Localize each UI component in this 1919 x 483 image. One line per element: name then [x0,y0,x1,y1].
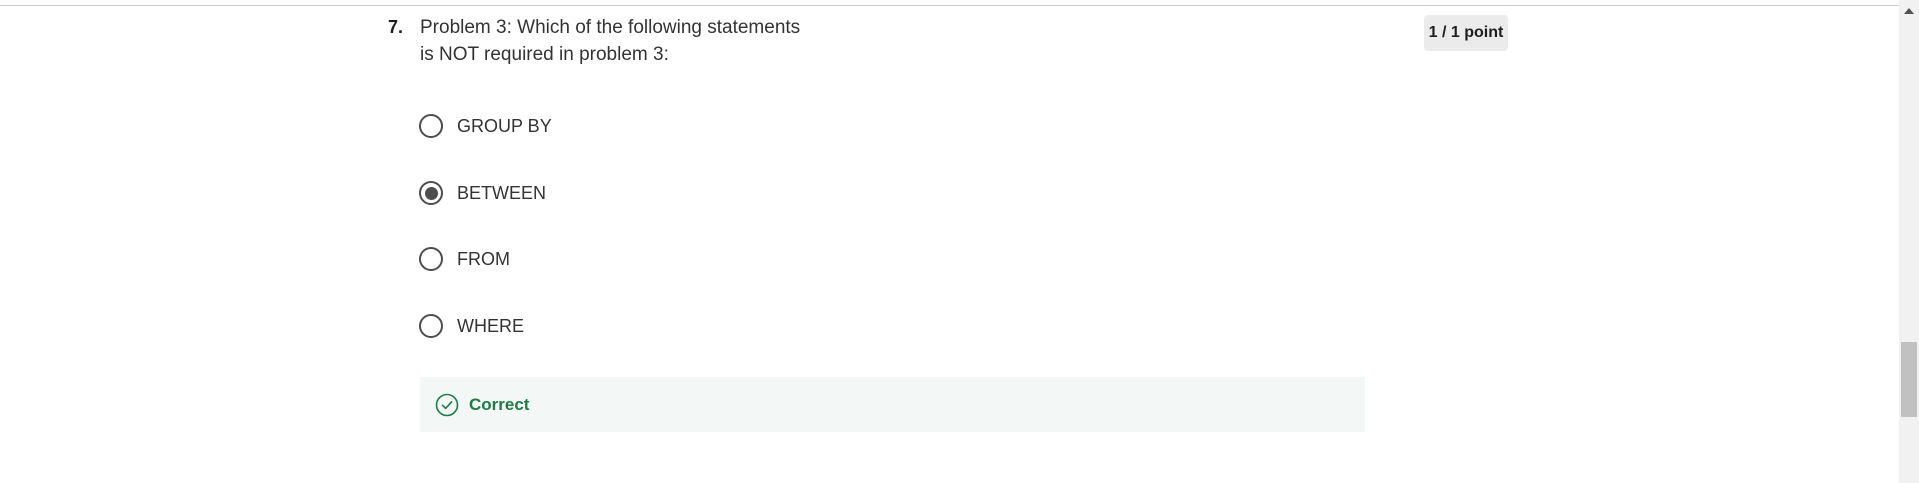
question-number: 7. [388,17,404,37]
radio-dot-icon [424,186,438,200]
radio-button[interactable] [419,114,443,138]
score-badge: 1 / 1 point [1424,15,1508,51]
top-divider [0,0,1900,6]
option-group-by[interactable]: GROUP BY [419,111,552,141]
radio-button[interactable] [419,314,443,338]
option-label: WHERE [457,315,524,336]
scrollbar[interactable] [1899,0,1919,483]
option-between[interactable]: BETWEEN [419,178,546,208]
check-circle-icon [435,393,459,417]
option-label: BETWEEN [457,182,547,203]
radio-button[interactable] [419,247,443,271]
scrollbar-thumb[interactable] [1901,342,1917,417]
question-text-line-1: Problem 3: Which of the following statem… [420,17,801,38]
scroll-up-arrow-icon[interactable] [1904,8,1914,14]
question-text-line-2: is NOT required in problem 3: [420,44,669,65]
option-where[interactable]: WHERE [419,311,524,341]
feedback-panel: Correct [420,377,1365,432]
question-text: Problem 3: Which of the following statem… [420,14,840,68]
feedback-label: Correct [469,394,530,414]
radio-button-selected[interactable] [419,181,443,205]
option-label: GROUP BY [457,115,552,136]
option-label: FROM [457,248,510,269]
option-from[interactable]: FROM [419,244,510,274]
